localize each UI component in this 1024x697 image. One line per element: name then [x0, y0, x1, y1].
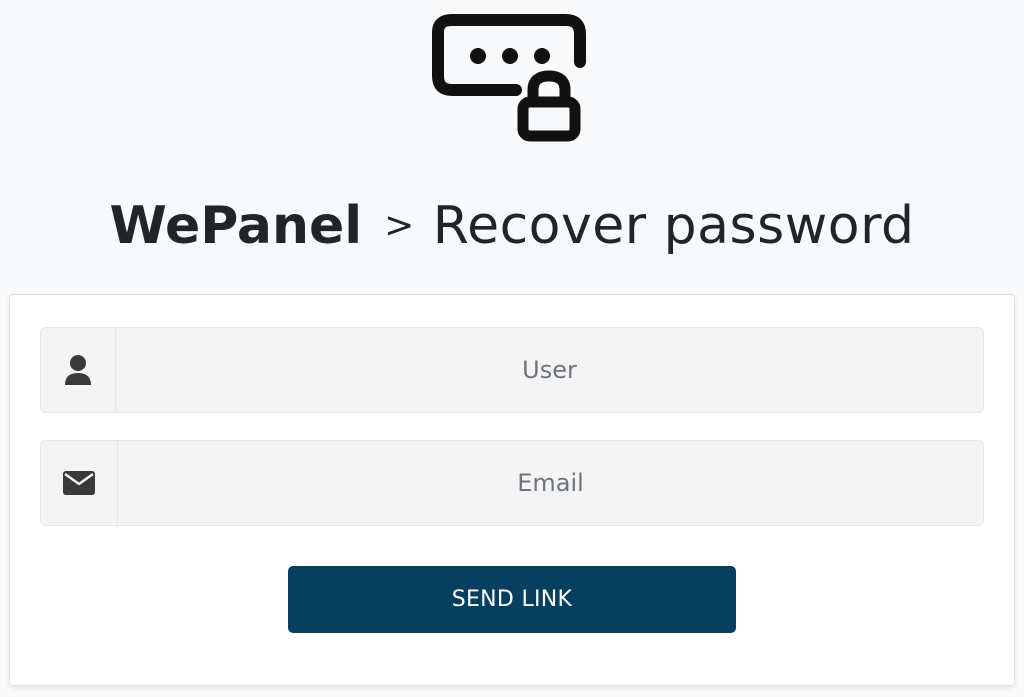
envelope-icon — [41, 441, 118, 525]
brand-name: WePanel — [109, 196, 363, 256]
page-subtitle: Recover password — [432, 196, 915, 256]
password-lock-icon — [432, 14, 592, 144]
user-icon — [41, 328, 116, 412]
recover-password-page: WePanel > Recover password SEND LINK — [0, 0, 1024, 697]
page-title: WePanel > Recover password — [0, 188, 1024, 270]
email-input[interactable] — [118, 441, 983, 525]
user-input[interactable] — [116, 328, 983, 412]
recover-form-card: SEND LINK — [9, 294, 1015, 686]
email-input-group — [40, 440, 984, 526]
user-input-group — [40, 327, 984, 413]
title-separator: > — [384, 205, 415, 246]
send-link-button[interactable]: SEND LINK — [288, 566, 736, 633]
